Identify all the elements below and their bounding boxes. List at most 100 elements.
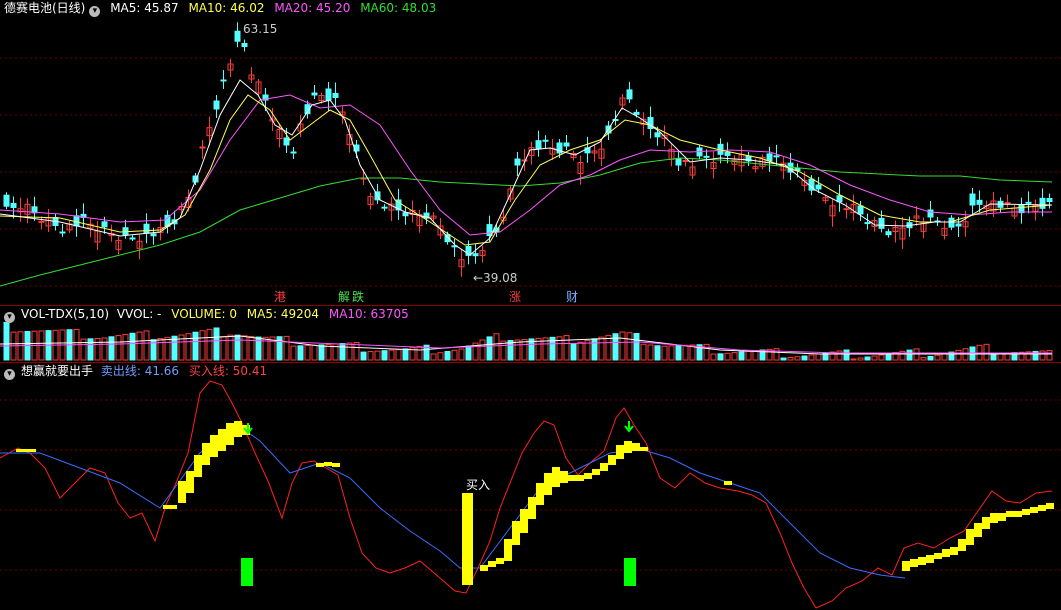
- volume-bar: [493, 333, 500, 361]
- candle-body: [234, 30, 241, 42]
- signal-block: [512, 521, 520, 545]
- volume-bar: [871, 355, 878, 361]
- candle-body: [724, 151, 731, 156]
- volume-bar: [990, 353, 997, 361]
- signal-block: [616, 445, 624, 459]
- volume-bar: [437, 352, 444, 361]
- candle-body: [878, 217, 885, 229]
- collapse-circle-icon[interactable]: ▾: [4, 369, 15, 380]
- signal-block: [26, 449, 36, 452]
- volume-bar: [682, 344, 689, 361]
- volume-bar: [192, 331, 199, 361]
- volume-bar: [164, 336, 171, 361]
- indicator-panel[interactable]: ▾ 想赢就要出手 卖出线: 41.66 买入线: 50.41 买入: [0, 363, 1061, 610]
- signal-block: [584, 473, 592, 479]
- event-tag-cai[interactable]: 财: [566, 290, 578, 304]
- candle-body: [885, 231, 892, 236]
- signal-block: [600, 463, 608, 471]
- indicator-name: 想赢就要出手: [21, 364, 94, 378]
- volume-bar: [339, 343, 346, 361]
- candle-body: [864, 222, 871, 225]
- candle-body: [486, 224, 493, 237]
- candle-body: [10, 203, 17, 208]
- volume-bar: [486, 336, 493, 361]
- volume-bar: [479, 339, 486, 361]
- candle-body: [1025, 201, 1032, 204]
- event-tag-gang[interactable]: 港: [274, 290, 286, 304]
- candle-body: [129, 237, 136, 240]
- volume-bar: [444, 351, 451, 361]
- candle-body: [633, 111, 640, 115]
- volume-bar: [514, 339, 521, 361]
- volume-bar: [143, 330, 150, 361]
- signal-block: [202, 443, 210, 465]
- candle-body: [241, 43, 248, 47]
- volume-bar: [591, 338, 598, 361]
- volume-bar: [234, 334, 241, 361]
- volume-bar: [731, 352, 738, 361]
- candlestick-chart[interactable]: [0, 0, 1061, 305]
- buy-signal-bar: [462, 493, 473, 585]
- stock-name: 德赛电池(日线): [4, 1, 86, 15]
- candle-body: [311, 92, 318, 96]
- volume-bar: [136, 331, 143, 361]
- volume-bar: [199, 330, 206, 361]
- volume-bar: [381, 350, 388, 361]
- candle-body: [290, 151, 297, 154]
- signal-block: [480, 565, 488, 571]
- low-price-label: ←39.08: [473, 271, 518, 285]
- signal-block: [488, 561, 496, 567]
- volume-bar: [451, 349, 458, 361]
- collapse-circle-icon[interactable]: ▾: [89, 6, 101, 17]
- volume-bar: [360, 351, 367, 361]
- volume-bar: [850, 358, 857, 361]
- vol-ma10-label: MA10: 63705: [328, 307, 409, 321]
- volume-bar: [283, 335, 290, 361]
- signal-block: [934, 553, 942, 559]
- signal-block: [608, 455, 616, 465]
- volume-bar: [738, 351, 745, 361]
- ma10-line: [0, 94, 1053, 246]
- candle-body: [1004, 202, 1011, 205]
- volume-bar: [346, 342, 353, 361]
- signal-block: [504, 539, 512, 561]
- volume-panel[interactable]: ▾ VOL-TDX(5,10) VVOL: - VOLUME: 0 MA5: 49…: [0, 306, 1061, 362]
- candle-body: [213, 100, 220, 110]
- candle-body: [1018, 204, 1025, 214]
- candle-body: [766, 153, 773, 162]
- volume-bar: [1039, 350, 1046, 361]
- volume-bar: [458, 348, 465, 361]
- volume-bar: [773, 348, 780, 361]
- collapse-circle-icon[interactable]: ▾: [4, 312, 15, 323]
- signal-block: [974, 523, 982, 537]
- volume-bar: [465, 345, 472, 361]
- candle-body: [927, 209, 934, 218]
- signal-block: [186, 471, 194, 493]
- vol-ma5-label: MA5: 49204: [246, 307, 320, 321]
- candle-body: [955, 223, 962, 227]
- volume-bar: [1046, 350, 1053, 361]
- signal-block: [966, 529, 974, 545]
- volume-bar: [955, 349, 962, 361]
- candle-body: [857, 205, 864, 215]
- green-signal-bar: [624, 558, 636, 586]
- candle-body: [220, 79, 227, 82]
- candle-body: [332, 93, 339, 98]
- event-tag-jie[interactable]: 解: [338, 290, 350, 304]
- indicator-chart[interactable]: [0, 363, 1061, 610]
- signal-block: [568, 475, 576, 481]
- event-tag-die[interactable]: 跌: [352, 290, 364, 304]
- event-tag-zhang[interactable]: 涨: [509, 290, 521, 304]
- volume-bar: [122, 333, 129, 361]
- candle-body: [948, 217, 955, 228]
- volume-bar: [563, 335, 570, 361]
- signal-block: [918, 557, 926, 565]
- signal-block: [560, 471, 568, 483]
- volume-bar: [318, 344, 325, 361]
- volume-bar: [206, 328, 213, 361]
- price-panel[interactable]: 德赛电池(日线) ▾ MA5: 45.87 MA10: 46.02 MA20: 4…: [0, 0, 1061, 305]
- candle-body: [815, 184, 822, 190]
- volume-bar: [311, 344, 318, 361]
- signal-block: [958, 539, 966, 551]
- signal-block: [990, 513, 998, 523]
